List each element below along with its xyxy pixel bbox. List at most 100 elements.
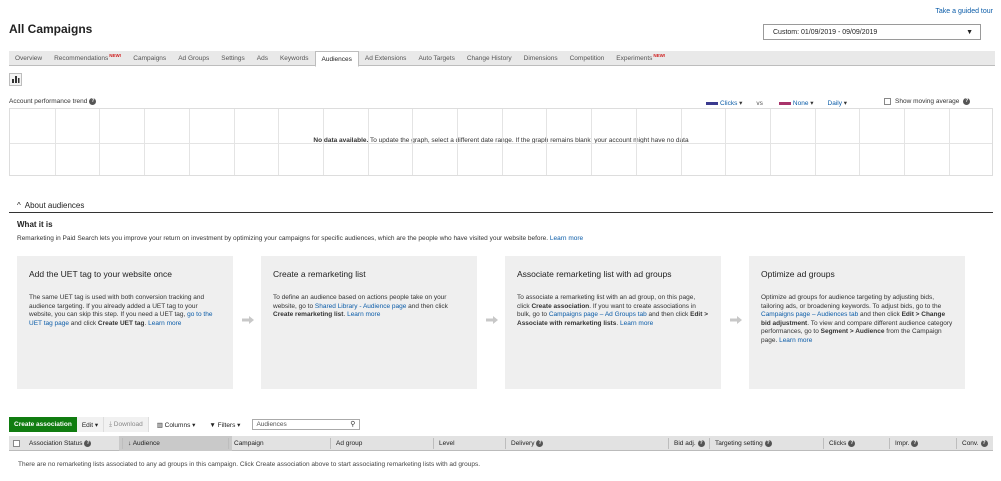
tab-overview[interactable]: Overview <box>9 51 48 66</box>
what-it-is-heading: What it is <box>17 220 53 229</box>
moving-average-toggle[interactable]: Show moving average ? <box>884 98 971 105</box>
date-range-value: Custom: 01/09/2019 - 09/09/2019 <box>773 29 878 36</box>
gridline <box>99 109 101 175</box>
column-header-delivery[interactable]: Delivery? <box>511 440 544 447</box>
gridline <box>10 143 992 144</box>
chevron-down-icon: ▾ <box>192 422 196 429</box>
help-icon[interactable]: ? <box>848 440 856 447</box>
learn-more-link[interactable]: Learn more <box>779 337 812 344</box>
gridline <box>725 109 727 175</box>
gridline <box>859 109 861 175</box>
tab-change-history[interactable]: Change History <box>461 51 518 66</box>
chart-toggle-button[interactable] <box>9 73 22 86</box>
column-separator <box>433 438 434 449</box>
help-icon[interactable]: ? <box>764 440 772 447</box>
ad-groups-tab-link[interactable]: Campaigns page – Ad Groups tab <box>549 311 647 318</box>
audience-page-link[interactable]: Shared Library - Audience page <box>315 303 406 310</box>
tab-keywords[interactable]: Keywords <box>274 51 315 66</box>
step-card-title: Add the UET tag to your website once <box>29 269 173 279</box>
column-separator <box>505 438 506 449</box>
column-header-campaign[interactable]: Campaign <box>234 440 264 447</box>
metric2-dropdown[interactable]: None <box>793 99 814 107</box>
about-audiences-label: About audiences <box>24 201 85 210</box>
download-icon: ⤓ <box>109 421 112 428</box>
help-icon[interactable]: ? <box>89 98 97 105</box>
chevron-down-icon: ▾ <box>94 422 99 429</box>
tab-experiments[interactable]: ExperimentsNEW! <box>610 51 671 66</box>
tab-auto-targets[interactable]: Auto Targets <box>412 51 460 66</box>
empty-table-message: There are no remarketing lists associate… <box>18 461 481 468</box>
help-icon[interactable]: ? <box>963 98 971 105</box>
download-button[interactable]: ⤓ Download <box>104 417 149 432</box>
period-dropdown[interactable]: Daily <box>828 99 848 107</box>
column-separator <box>709 438 710 449</box>
step-card-text: To define an audience based on actions p… <box>273 294 448 318</box>
column-header-association-status[interactable]: Association Status? <box>29 440 92 447</box>
about-description: Remarketing in Paid Search lets you impr… <box>17 235 584 242</box>
column-header-ad-group[interactable]: Ad group <box>336 440 362 447</box>
divider <box>9 212 993 213</box>
tab-campaigns[interactable]: Campaigns <box>127 51 172 66</box>
trend-label: Account performance trend <box>9 98 88 106</box>
about-audiences-toggle[interactable]: ^ About audiences <box>17 201 84 210</box>
date-range-select[interactable]: Custom: 01/09/2019 - 09/09/2019 ▼ <box>763 24 981 40</box>
gridline <box>457 109 458 175</box>
tab-dimensions[interactable]: Dimensions <box>518 51 564 66</box>
search-input[interactable]: Audiences ⚲ <box>252 419 361 430</box>
guided-tour-link[interactable]: Take a guided tour <box>935 8 993 15</box>
search-icon: ⚲ <box>350 421 356 428</box>
column-header-conv[interactable]: Conv.? <box>962 440 988 447</box>
learn-more-link[interactable]: Learn more <box>620 320 653 327</box>
learn-more-link[interactable]: Learn more <box>550 235 583 242</box>
column-header-clicks[interactable]: Clicks? <box>829 440 856 447</box>
gridline <box>233 109 235 175</box>
column-header-bid-adj[interactable]: Bid adj.? <box>674 440 705 447</box>
gridline <box>948 109 950 175</box>
tab-audiences[interactable]: Audiences <box>314 51 359 67</box>
step-card-text: Optimize ad groups for audience targetin… <box>761 294 953 344</box>
column-header-audience[interactable]: ↓ Audience <box>128 440 160 447</box>
tab-competition[interactable]: Competition <box>564 51 611 66</box>
tab-ad-groups[interactable]: Ad Groups <box>172 51 215 66</box>
help-icon[interactable]: ? <box>84 440 92 447</box>
tab-settings[interactable]: Settings <box>215 51 251 66</box>
help-icon[interactable]: ? <box>697 440 705 447</box>
tab-ad-extensions[interactable]: Ad Extensions <box>359 51 413 66</box>
gridline <box>769 109 771 175</box>
create-association-button[interactable]: Create association <box>9 417 77 432</box>
moving-average-label: Show moving average <box>895 98 960 105</box>
gridline <box>144 109 146 175</box>
column-separator <box>122 438 123 449</box>
gridline <box>546 109 548 175</box>
help-icon[interactable]: ? <box>536 440 544 447</box>
tab-bar: Overview RecommendationsNEW! Campaigns Ad G… <box>9 51 995 67</box>
learn-more-link[interactable]: Learn more <box>347 311 380 318</box>
help-icon[interactable]: ? <box>980 440 988 447</box>
gridline <box>680 109 682 175</box>
chevron-down-icon: ▾ <box>237 422 241 429</box>
columns-dropdown[interactable]: ▥ Columns ▾ <box>149 417 202 432</box>
column-header-impr[interactable]: Impr.? <box>895 440 919 447</box>
gridline <box>188 109 190 175</box>
trend-title: Account performance trend? <box>9 98 97 106</box>
bar-chart-icon <box>12 76 20 83</box>
column-header-level[interactable]: Level <box>439 440 455 447</box>
select-all-checkbox[interactable] <box>13 440 20 447</box>
table-header: Association Status? ↓ Audience Campaign Ad … <box>9 436 993 451</box>
audiences-tab-link[interactable]: Campaigns page – Audiences tab <box>761 311 858 318</box>
column-header-targeting-setting[interactable]: Targeting setting? <box>715 440 772 447</box>
vs-label: vs <box>756 99 763 107</box>
filters-dropdown[interactable]: ▼ Filters ▾ <box>201 417 246 432</box>
learn-more-link[interactable]: Learn more <box>148 320 181 327</box>
help-icon[interactable]: ? <box>911 440 919 447</box>
edit-dropdown[interactable]: Edit ▾ <box>76 417 105 432</box>
gridline <box>814 109 816 175</box>
tab-recommendations[interactable]: RecommendationsNEW! <box>48 51 127 66</box>
new-badge: NEW! <box>653 53 666 58</box>
column-separator <box>228 438 229 449</box>
tab-ads[interactable]: Ads <box>251 51 274 66</box>
step-card-text: To associate a remarketing list with an … <box>517 294 708 327</box>
metric1-dropdown[interactable]: Clicks <box>720 99 742 107</box>
column-separator <box>956 438 957 449</box>
moving-average-checkbox[interactable] <box>884 98 891 105</box>
